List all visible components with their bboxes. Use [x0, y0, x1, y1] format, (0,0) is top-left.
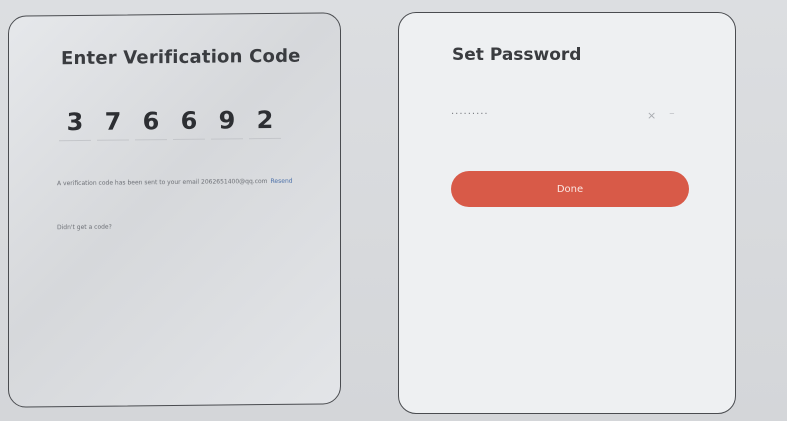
password-field[interactable]: ········· × ⁻ — [451, 109, 691, 127]
code-digit-4[interactable]: 6 — [173, 102, 205, 141]
set-password-card: Set Password ········· × ⁻ Done — [398, 12, 736, 414]
verification-info: A verification code has been sent to you… — [57, 177, 297, 189]
eye-icon[interactable]: ⁻ — [669, 109, 676, 122]
code-digit-5[interactable]: 9 — [211, 102, 243, 140]
verification-info-text: A verification code has been sent to you… — [57, 178, 268, 188]
code-digit-6[interactable]: 2 — [249, 101, 281, 140]
didnt-get-code-link[interactable]: Didn't get a code? — [57, 224, 112, 232]
verification-title: Enter Verification Code — [61, 45, 301, 70]
code-digit-3[interactable]: 6 — [135, 103, 167, 141]
password-value: ········· — [451, 109, 489, 120]
done-button[interactable]: Done — [451, 171, 689, 207]
code-digit-2[interactable]: 7 — [97, 103, 129, 141]
resend-link[interactable]: Resend — [271, 178, 293, 185]
set-password-title: Set Password — [452, 45, 582, 65]
verification-code-input[interactable]: 3 7 6 6 9 2 — [59, 101, 281, 142]
verification-card: Enter Verification Code 3 7 6 6 9 2 A ve… — [8, 12, 341, 408]
photo-scene: Enter Verification Code 3 7 6 6 9 2 A ve… — [0, 0, 787, 421]
code-digit-1[interactable]: 3 — [59, 103, 91, 142]
clear-icon[interactable]: × — [647, 109, 657, 122]
